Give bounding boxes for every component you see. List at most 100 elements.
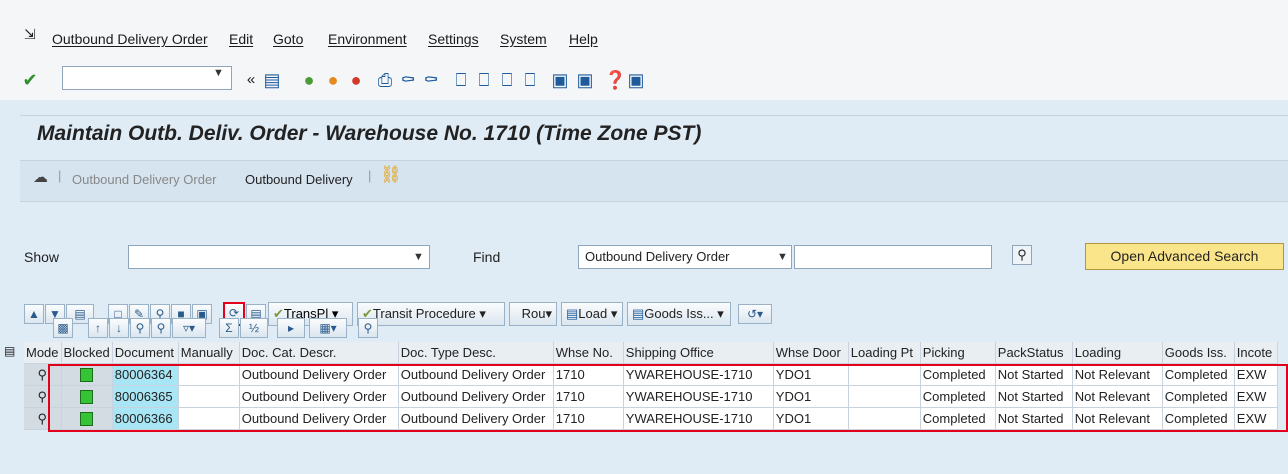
col-manually[interactable]: Manually bbox=[178, 342, 240, 364]
route-button-label: Rou bbox=[521, 306, 546, 321]
show-label: Show bbox=[24, 249, 60, 265]
col-whse-door[interactable]: Whse Door bbox=[773, 342, 849, 364]
find-grid-icon[interactable]: ⚲ bbox=[130, 318, 150, 338]
loading-pt-cell bbox=[848, 407, 921, 430]
pack-status-cell: Not Started bbox=[995, 363, 1073, 386]
help-icon[interactable]: ❓ bbox=[604, 69, 626, 91]
col-shipping-office[interactable]: Shipping Office bbox=[623, 342, 774, 364]
goods-issue-button-label: Goods Iss... bbox=[644, 306, 714, 321]
col-document[interactable]: Document bbox=[112, 342, 179, 364]
col-incote[interactable]: Incote bbox=[1234, 342, 1278, 364]
sort-ascending-icon[interactable]: ↑ bbox=[88, 318, 108, 338]
chevron-down-icon[interactable]: ▼ bbox=[777, 251, 788, 263]
find-input[interactable] bbox=[794, 245, 992, 269]
load-button[interactable]: ▤Load ▾ bbox=[561, 302, 623, 326]
col-pack-status[interactable]: PackStatus bbox=[995, 342, 1073, 364]
chevron-down-icon[interactable]: ▼ bbox=[413, 251, 424, 263]
open-advanced-search-button[interactable]: Open Advanced Search bbox=[1085, 243, 1284, 270]
new-session-icon[interactable]: ▣ bbox=[550, 69, 570, 91]
find-next-grid-icon[interactable]: ⚲ bbox=[151, 318, 171, 338]
whse-no-cell: 1710 bbox=[553, 385, 624, 408]
col-loading-pt[interactable]: Loading Pt bbox=[848, 342, 921, 364]
col-whse-no[interactable]: Whse No. bbox=[553, 342, 624, 364]
incote-cell: EXW bbox=[1234, 385, 1278, 408]
separator: | bbox=[58, 168, 62, 183]
subtotal-icon[interactable]: ½ bbox=[240, 318, 268, 338]
exit-icon[interactable]: ● bbox=[323, 69, 343, 91]
last-page-icon[interactable]: ⎕ bbox=[520, 69, 540, 91]
first-page-icon[interactable]: ⎕ bbox=[451, 69, 471, 91]
route-button[interactable]: Rou▾ bbox=[509, 302, 557, 326]
tab-outbound-delivery[interactable]: Outbound Delivery bbox=[245, 172, 353, 187]
command-field[interactable] bbox=[62, 66, 232, 90]
next-page-icon[interactable]: ⎕ bbox=[497, 69, 517, 91]
document-cell[interactable]: 80006364 bbox=[112, 363, 179, 386]
select-all-icon[interactable]: ▩ bbox=[53, 318, 73, 338]
show-dropdown[interactable] bbox=[128, 245, 430, 269]
col-mode[interactable]: Mode bbox=[24, 342, 62, 364]
page-title: Maintain Outb. Deliv. Order - Warehouse … bbox=[37, 122, 702, 145]
sort-descending-icon[interactable]: ↓ bbox=[109, 318, 129, 338]
menu-settings[interactable]: Settings bbox=[428, 31, 479, 47]
goods-iss-cell: Completed bbox=[1162, 407, 1235, 430]
pack-status-cell: Not Started bbox=[995, 407, 1073, 430]
save-icon[interactable]: ▤ bbox=[262, 69, 282, 91]
sum-icon[interactable]: Σ bbox=[219, 318, 239, 338]
find-label: Find bbox=[473, 249, 501, 265]
customize-layout-icon[interactable]: ▣ bbox=[626, 69, 646, 91]
find-next-icon[interactable]: ⚰ bbox=[421, 69, 441, 91]
col-loading[interactable]: Loading bbox=[1072, 342, 1163, 364]
mode-icon: ⚲ bbox=[24, 407, 62, 430]
log-icon[interactable]: ⛓ bbox=[380, 165, 402, 185]
tab-outbound-delivery-order[interactable]: Outbound Delivery Order bbox=[72, 172, 217, 187]
print-icon[interactable]: ⎙ bbox=[375, 69, 395, 91]
layout-icon[interactable]: ▦▾ bbox=[309, 318, 347, 338]
col-blocked[interactable]: Blocked bbox=[61, 342, 113, 364]
col-doc-cat-descr[interactable]: Doc. Cat. Descr. bbox=[239, 342, 399, 364]
back-icon[interactable]: ● bbox=[299, 69, 319, 91]
table-header-row: Mode Blocked Document Manually Doc. Cat.… bbox=[24, 342, 1278, 364]
personalize-icon[interactable]: ☁ bbox=[33, 168, 48, 186]
shortcut-icon[interactable]: ▣ bbox=[575, 69, 595, 91]
unload-icon[interactable]: ↺▾ bbox=[738, 304, 772, 324]
execute-search-icon[interactable]: ⚲ bbox=[1012, 245, 1032, 265]
menu-system[interactable]: System bbox=[500, 31, 547, 47]
menu-outbound-delivery-order[interactable]: Outbound Delivery Order bbox=[52, 31, 208, 47]
manually-cell bbox=[178, 363, 240, 386]
find-dropdown[interactable]: Outbound Delivery Order bbox=[578, 245, 792, 269]
goods-issue-button[interactable]: ▤Goods Iss... ▾ bbox=[627, 302, 731, 326]
table-row[interactable]: ⚲ 80006364 Outbound Delivery Order Outbo… bbox=[24, 363, 1278, 386]
transit-procedure-button[interactable]: ✔Transit Procedure ▾ bbox=[357, 302, 505, 326]
manually-cell bbox=[178, 407, 240, 430]
cancel-icon[interactable]: ● bbox=[346, 69, 366, 91]
col-doc-type-desc[interactable]: Doc. Type Desc. bbox=[398, 342, 554, 364]
filter-icon[interactable]: ▿▾ bbox=[172, 318, 206, 338]
table-row[interactable]: ⚲ 80006365 Outbound Delivery Order Outbo… bbox=[24, 385, 1278, 408]
menu-environment[interactable]: Environment bbox=[328, 31, 407, 47]
command-dropdown-icon[interactable]: ▼ bbox=[213, 67, 224, 79]
enter-icon[interactable]: ✔ bbox=[20, 69, 40, 91]
menu-help[interactable]: Help bbox=[569, 31, 598, 47]
print-preview-icon[interactable]: ⚲ bbox=[358, 318, 378, 338]
menu-edit[interactable]: Edit bbox=[229, 31, 253, 47]
goods-iss-cell: Completed bbox=[1162, 363, 1235, 386]
shipping-office-cell: YWAREHOUSE-1710 bbox=[623, 363, 774, 386]
table-row[interactable]: ⚲ 80006366 Outbound Delivery Order Outbo… bbox=[24, 407, 1278, 430]
pack-status-cell: Not Started bbox=[995, 385, 1073, 408]
loading-pt-cell bbox=[848, 385, 921, 408]
scroll-up-icon[interactable]: ▲ bbox=[24, 304, 44, 324]
column-settings-icon[interactable]: ▤ bbox=[4, 344, 15, 358]
col-goods-iss[interactable]: Goods Iss. bbox=[1162, 342, 1235, 364]
find-icon[interactable]: ⚰ bbox=[398, 69, 418, 91]
save-icon: ▤ bbox=[566, 306, 579, 321]
menu-exit-icon[interactable]: ⇲ bbox=[24, 26, 38, 42]
col-picking[interactable]: Picking bbox=[920, 342, 996, 364]
menu-goto[interactable]: Goto bbox=[273, 31, 303, 47]
prev-page-icon[interactable]: ⎕ bbox=[474, 69, 494, 91]
incote-cell: EXW bbox=[1234, 407, 1278, 430]
document-cell[interactable]: 80006365 bbox=[112, 385, 179, 408]
separator: | bbox=[368, 168, 372, 183]
export-icon[interactable]: ▸ bbox=[277, 318, 305, 338]
document-cell[interactable]: 80006366 bbox=[112, 407, 179, 430]
back-nav-icon[interactable]: « bbox=[241, 69, 261, 91]
